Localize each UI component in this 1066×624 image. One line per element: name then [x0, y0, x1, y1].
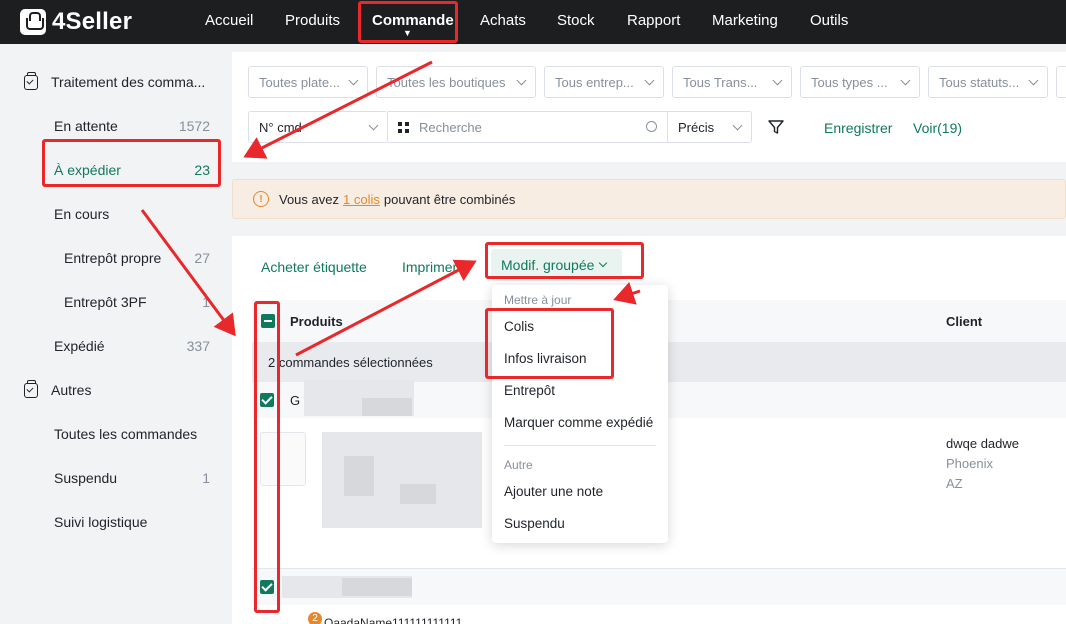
- annotation-arrows: [140, 60, 641, 357]
